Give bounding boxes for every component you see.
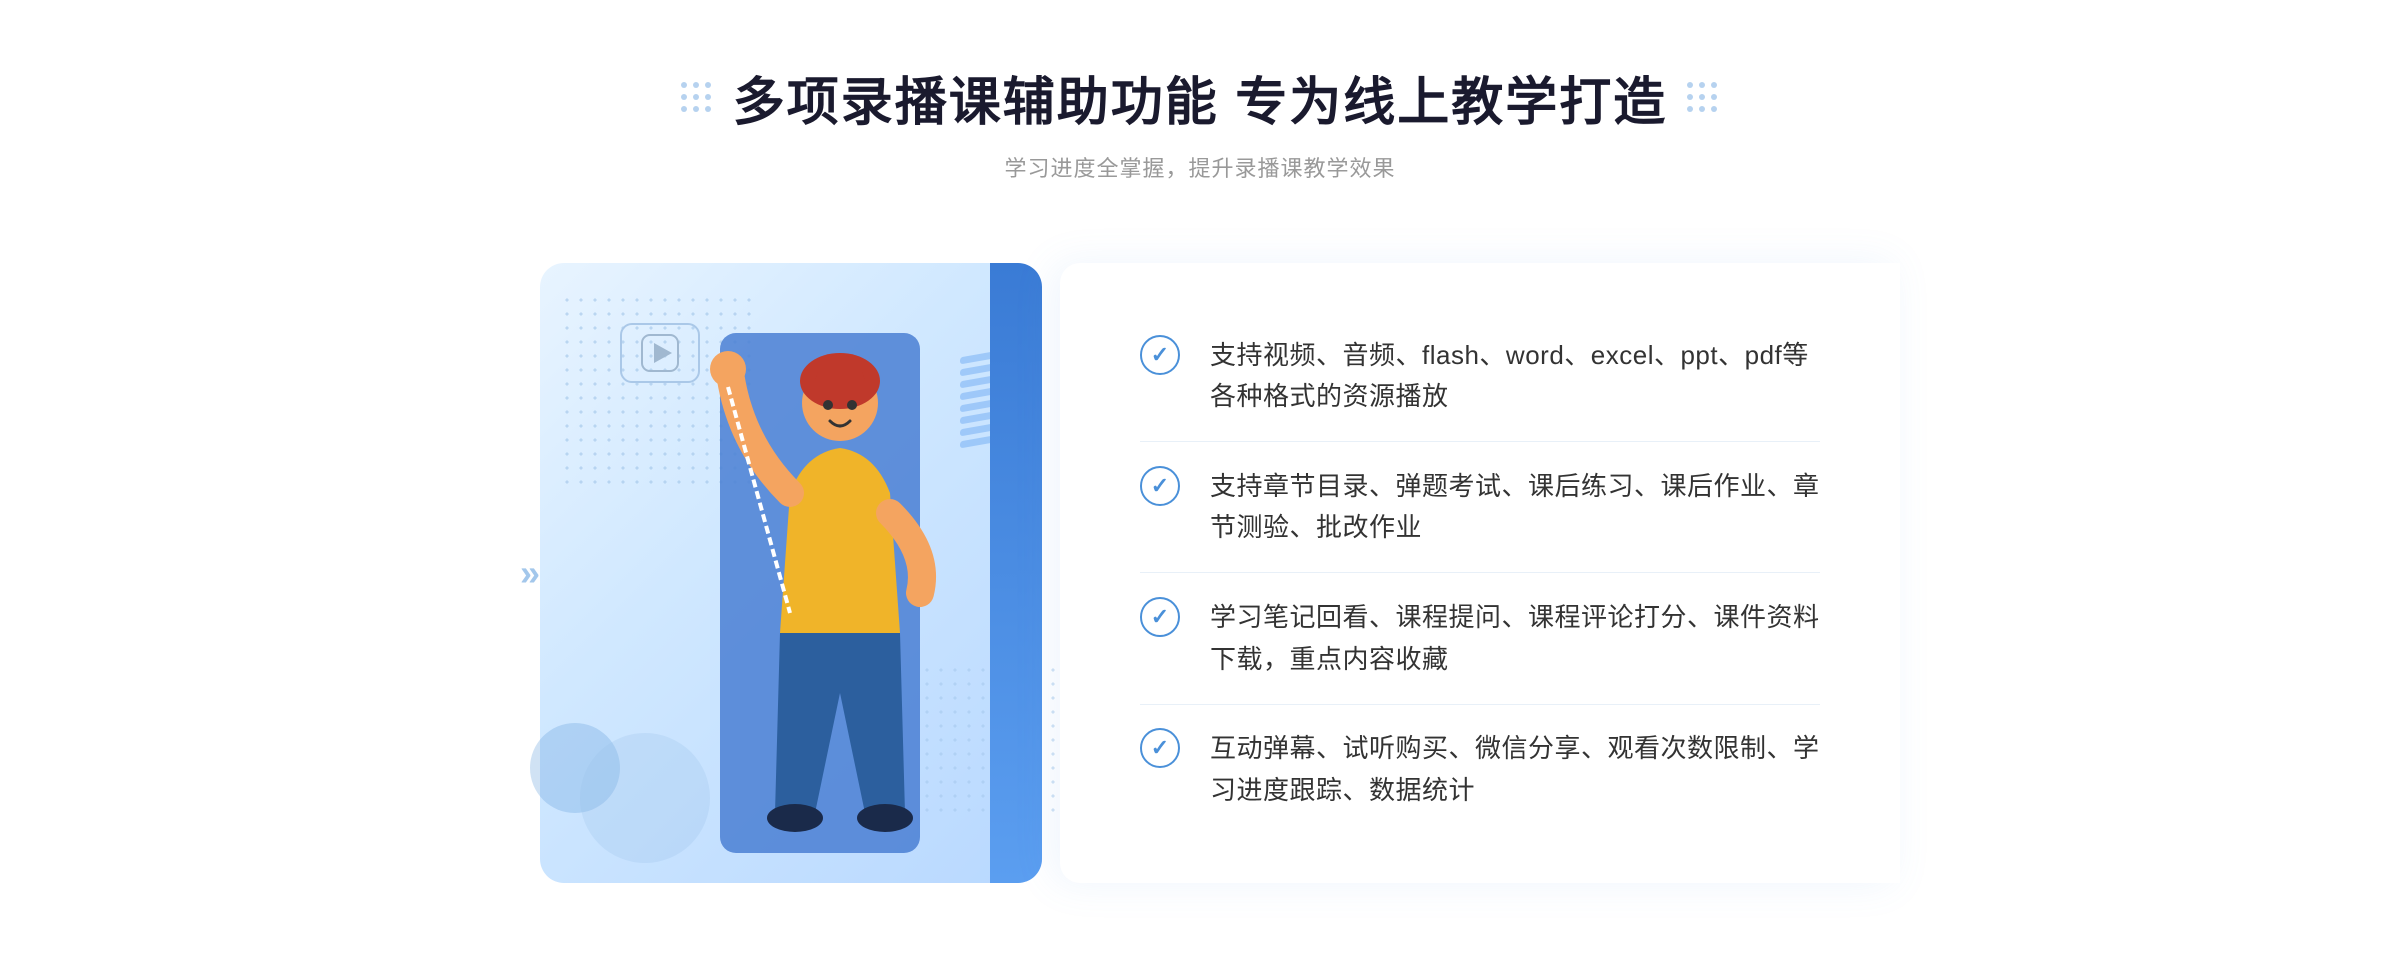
page-wrapper: 多项录播课辅助功能 专为线上教学打造 学习进度全掌握，提升录播课教学效果 » bbox=[0, 0, 2400, 913]
feature-item-1: ✓ 支持视频、音频、flash、word、excel、ppt、pdf等各种格式的… bbox=[1140, 315, 1820, 438]
check-circle-1: ✓ bbox=[1140, 335, 1180, 375]
page-title: 多项录播课辅助功能 专为线上教学打造 bbox=[733, 60, 1667, 135]
check-circle-3: ✓ bbox=[1140, 597, 1180, 637]
page-subtitle: 学习进度全掌握，提升录播课教学效果 bbox=[1004, 151, 1395, 183]
header-section: 多项录播课辅助功能 专为线上教学打造 学习进度全掌握，提升录播课教学效果 bbox=[681, 60, 1719, 183]
divider-1 bbox=[1140, 441, 1820, 442]
check-circle-2: ✓ bbox=[1140, 466, 1180, 506]
human-figure-illustration bbox=[620, 313, 980, 893]
check-circle-4: ✓ bbox=[1140, 728, 1180, 768]
features-panel: ✓ 支持视频、音频、flash、word、excel、ppt、pdf等各种格式的… bbox=[1060, 263, 1900, 883]
check-icon-2: ✓ bbox=[1151, 475, 1169, 497]
check-icon-3: ✓ bbox=[1151, 606, 1169, 628]
content-section: » bbox=[500, 233, 1900, 913]
feature-item-3: ✓ 学习笔记回看、课程提问、课程评论打分、课件资料下载，重点内容收藏 bbox=[1140, 577, 1820, 700]
feature-item-2: ✓ 支持章节目录、弹题考试、课后练习、课后作业、章节测验、批改作业 bbox=[1140, 446, 1820, 569]
blue-vertical-bar bbox=[990, 263, 1042, 883]
check-icon-1: ✓ bbox=[1151, 344, 1169, 366]
feature-item-4: ✓ 互动弹幕、试听购买、微信分享、观看次数限制、学习进度跟踪、数据统计 bbox=[1140, 708, 1820, 831]
feature-text-3: 学习笔记回看、课程提问、课程评论打分、课件资料下载，重点内容收藏 bbox=[1210, 597, 1820, 680]
feature-text-4: 互动弹幕、试听购买、微信分享、观看次数限制、学习进度跟踪、数据统计 bbox=[1210, 728, 1820, 811]
title-row: 多项录播课辅助功能 专为线上教学打造 bbox=[681, 60, 1719, 135]
left-dots-decoration bbox=[681, 82, 713, 114]
right-dots-decoration bbox=[1687, 82, 1719, 114]
feature-text-2: 支持章节目录、弹题考试、课后练习、课后作业、章节测验、批改作业 bbox=[1210, 466, 1820, 549]
feature-text-1: 支持视频、音频、flash、word、excel、ppt、pdf等各种格式的资源… bbox=[1210, 335, 1820, 418]
illustration-wrapper bbox=[500, 233, 1080, 913]
check-icon-4: ✓ bbox=[1151, 737, 1169, 759]
divider-3 bbox=[1140, 704, 1820, 705]
divider-2 bbox=[1140, 572, 1820, 573]
